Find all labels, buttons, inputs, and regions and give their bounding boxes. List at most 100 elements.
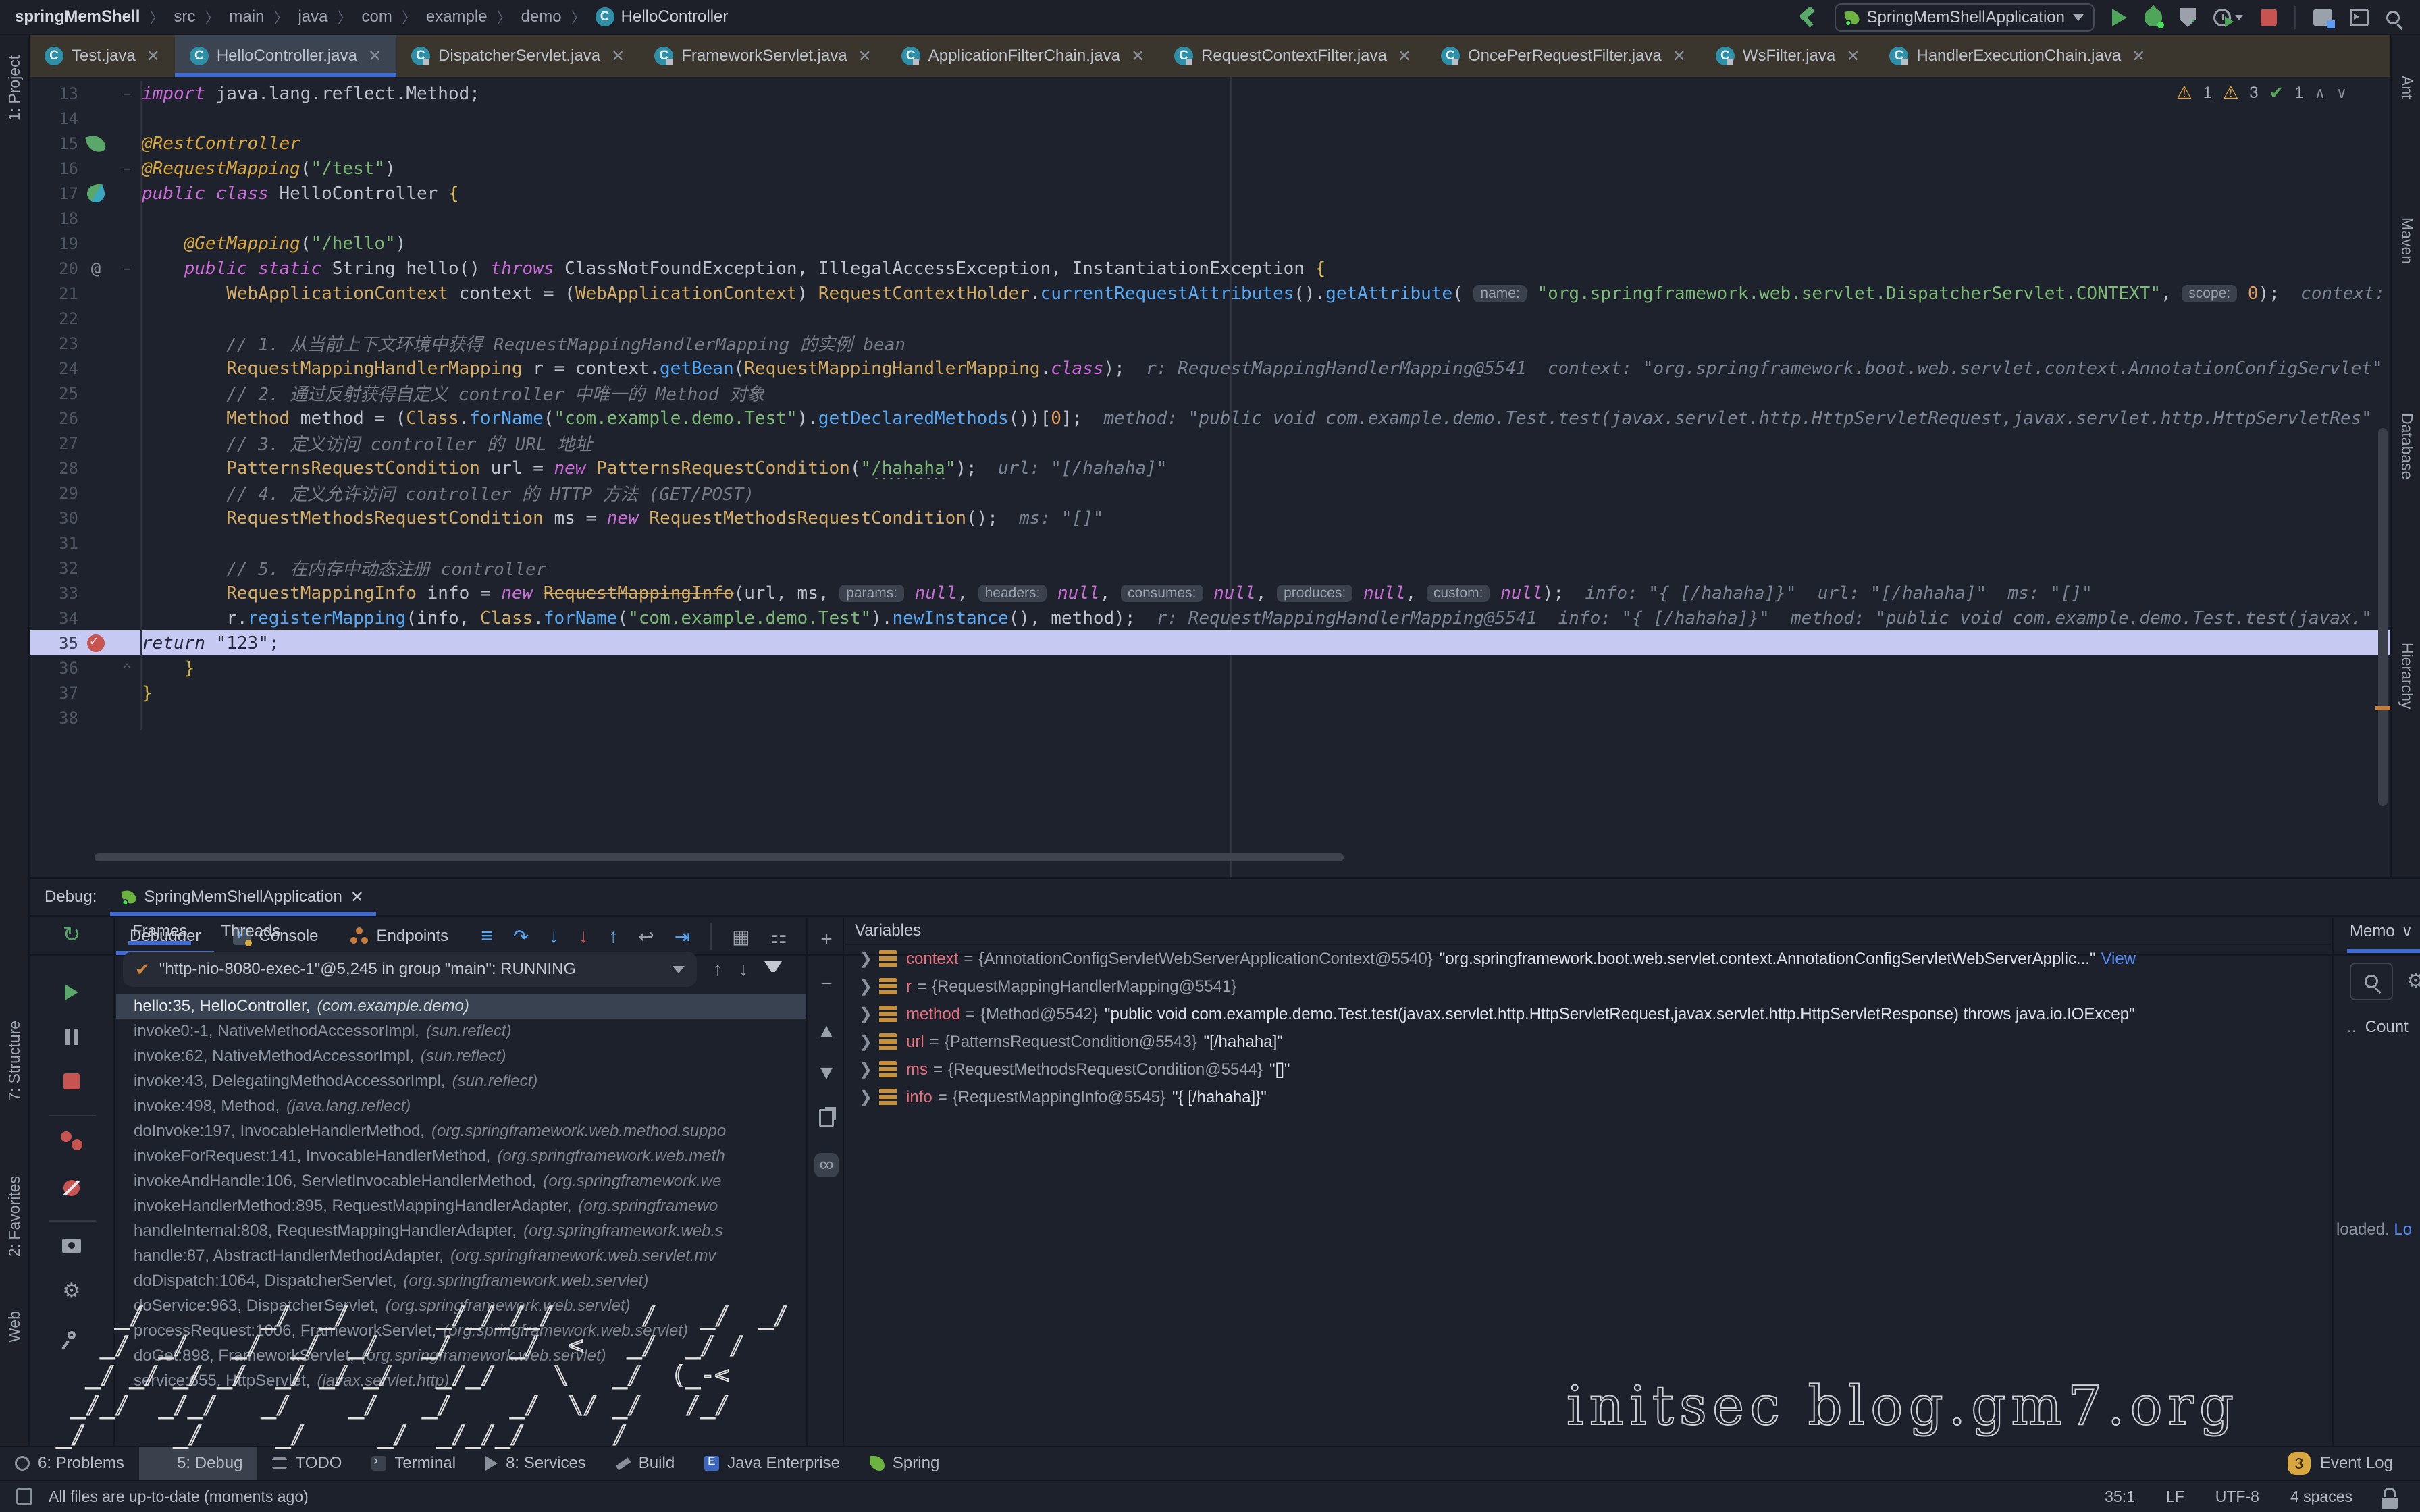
tool-button-ant[interactable]: Ant (2398, 76, 2416, 99)
variable-row[interactable]: ❯context={AnnotationConfigServletWebServ… (845, 945, 2331, 973)
code-line[interactable]: 15@RestController (30, 131, 2390, 156)
breadcrumb-item[interactable]: com (362, 7, 392, 26)
editor-tab[interactable]: CTest.java✕ (30, 35, 175, 77)
stack-frame-row[interactable]: invoke0:-1, NativeMethodAccessorImpl,(su… (116, 1019, 806, 1044)
move-down-icon[interactable]: ▼ (814, 1061, 839, 1085)
code-line[interactable]: 32 // 5. 在内存中动态注册 controller (30, 556, 2390, 580)
editor-tab[interactable]: COncePerRequestFilter.java✕ (1426, 35, 1701, 77)
inspection-widget[interactable]: ⚠1 ⚠3 ✔1 ∧ ∨ (2176, 82, 2347, 103)
close-icon[interactable]: ✕ (1398, 47, 1411, 66)
code-line[interactable]: 18 (30, 206, 2390, 231)
chevron-right-icon[interactable]: ❯ (852, 1087, 879, 1107)
layout-icon[interactable] (16, 1488, 32, 1505)
fold-marker[interactable]: − (113, 156, 142, 181)
chevron-right-icon[interactable]: ❯ (852, 1032, 879, 1052)
stack-frame-row[interactable]: invokeAndHandle:106, ServletInvocableHan… (116, 1168, 806, 1193)
tool-window-button--services[interactable]: 8: Services (471, 1447, 601, 1480)
editor-tab[interactable]: CHandlerExecutionChain.java✕ (1874, 35, 2160, 77)
profiler-chevron-icon[interactable] (2235, 15, 2243, 20)
tool-button-maven[interactable]: Maven (2398, 217, 2416, 264)
stop-icon[interactable] (63, 1073, 80, 1089)
stack-frame-row[interactable]: processRequest:1006, FrameworkServlet,(o… (116, 1318, 806, 1343)
close-icon[interactable]: ✕ (1673, 47, 1686, 66)
view-link[interactable]: View (2101, 950, 2136, 969)
event-log-button[interactable]: 3Event Log (2288, 1452, 2420, 1475)
tool-window-button-spring[interactable]: Spring (855, 1447, 954, 1480)
thread-dump-icon[interactable] (62, 1239, 81, 1253)
code-line[interactable]: 13−import java.lang.reflect.Method; (30, 81, 2390, 106)
fold-marker[interactable]: − (113, 81, 142, 106)
chevron-right-icon[interactable]: ❯ (852, 1060, 879, 1079)
code-line[interactable]: 14 (30, 106, 2390, 131)
gear-icon[interactable]: ⚙ (2406, 969, 2420, 993)
variable-row[interactable]: ❯r={RequestMappingHandlerMapping@5541} (845, 973, 2331, 1000)
fold-marker[interactable]: − (113, 256, 142, 281)
close-icon[interactable]: ✕ (368, 47, 382, 66)
close-icon[interactable]: ✕ (1846, 47, 1860, 66)
variable-row[interactable]: ❯url={PatternsRequestCondition@5543}"[/h… (845, 1028, 2331, 1056)
terminal-toolbar-icon[interactable] (2350, 9, 2369, 26)
remove-watch-icon[interactable]: − (814, 972, 839, 996)
indent-style[interactable]: 4 spaces (2290, 1488, 2352, 1506)
close-icon[interactable]: ✕ (1131, 47, 1145, 66)
debug-session-tab[interactable]: SpringMemShellApplication ✕ (110, 878, 376, 916)
memory-load-link[interactable]: Lo (2394, 1220, 2412, 1239)
stack-frame-row[interactable]: invoke:43, DelegatingMethodAccessorImpl,… (116, 1069, 806, 1094)
breadcrumb-item[interactable]: main (229, 7, 264, 26)
mute-breakpoints-icon[interactable] (63, 1180, 80, 1196)
tool-button-database[interactable]: Database (2398, 413, 2416, 479)
code-line[interactable]: 35return "123"; (30, 630, 2390, 655)
close-icon[interactable]: ✕ (2132, 47, 2145, 66)
thread-selector[interactable]: ✔ "http-nio-8080-exec-1"@5,245 in group … (123, 952, 697, 987)
code-line[interactable]: 21 WebApplicationContext context = (WebA… (30, 281, 2390, 306)
file-encoding[interactable]: UTF-8 (2215, 1488, 2259, 1506)
pause-icon[interactable] (65, 1029, 78, 1045)
stack-frame-row[interactable]: doInvoke:197, InvocableHandlerMethod,(or… (116, 1118, 806, 1143)
code-line[interactable]: 28 PatternsRequestCondition url = new Pa… (30, 456, 2390, 481)
code-line[interactable]: 29 // 4. 定义允许访问 controller 的 HTTP 方法 (GE… (30, 481, 2390, 506)
prev-problem-icon[interactable]: ∧ (2315, 84, 2325, 102)
breadcrumb-item[interactable]: src (174, 7, 195, 26)
search-everywhere-icon[interactable] (2386, 11, 2400, 24)
stop-button[interactable] (2261, 9, 2277, 26)
stack-frame-row[interactable]: invokeForRequest:141, InvocableHandlerMe… (116, 1143, 806, 1168)
code-line[interactable]: 27 // 3. 定义访问 controller 的 URL 地址 (30, 431, 2390, 456)
stack-frame-row[interactable]: doDispatch:1064, DispatcherServlet,(org.… (116, 1268, 806, 1293)
view-breakpoints-icon[interactable] (61, 1131, 82, 1150)
editor-tab[interactable]: CApplicationFilterChain.java✕ (887, 35, 1159, 77)
breadcrumb-item[interactable]: demo (521, 7, 562, 26)
code-line[interactable]: 24 RequestMappingHandlerMapping r = cont… (30, 356, 2390, 381)
editor-tab[interactable]: CFrameworkServlet.java✕ (639, 35, 887, 77)
add-watch-icon[interactable]: + (814, 927, 839, 952)
editor-tab[interactable]: CWsFilter.java✕ (1701, 35, 1874, 77)
stack-frame-row[interactable]: handle:87, AbstractHandlerMethodAdapter,… (116, 1243, 806, 1268)
breadcrumb-root[interactable]: springMemShell (15, 7, 140, 26)
tool-button-web[interactable]: Web (5, 1311, 24, 1343)
editor-tab[interactable]: CDispatcherServlet.java✕ (396, 35, 639, 77)
tool-window-button-java-enterprise[interactable]: Java Enterprise (689, 1447, 855, 1480)
stack-frame-row[interactable]: invoke:498, Method,(java.lang.reflect) (116, 1094, 806, 1118)
breadcrumb-item[interactable]: example (426, 7, 488, 26)
stack-frame-row[interactable]: invokeHandlerMethod:895, RequestMappingH… (116, 1193, 806, 1218)
code-line[interactable]: 38 (30, 705, 2390, 730)
tool-window-button--problems[interactable]: 6: Problems (0, 1447, 139, 1480)
code-line[interactable]: 33 RequestMappingInfo info = new Request… (30, 580, 2390, 605)
code-line[interactable]: 20@− public static String hello() throws… (30, 256, 2390, 281)
memory-tab[interactable]: Memo∨ (2350, 922, 2413, 941)
copy-icon[interactable] (814, 1106, 839, 1130)
code-line[interactable]: 23 // 1. 从当前上下文环境中获得 RequestMappingHandl… (30, 331, 2390, 356)
resume-icon[interactable] (65, 984, 78, 1000)
stack-frame-row[interactable]: handleInternal:808, RequestMappingHandle… (116, 1218, 806, 1243)
chevron-right-icon[interactable]: ❯ (852, 1004, 879, 1024)
next-problem-icon[interactable]: ∨ (2336, 84, 2347, 102)
tool-button-hierarchy[interactable]: Hierarchy (2398, 643, 2416, 709)
show-watches-icon[interactable]: ∞ (814, 1153, 839, 1177)
close-icon[interactable]: ✕ (611, 47, 625, 66)
filter-icon[interactable] (764, 961, 782, 972)
tool-button-favorites[interactable]: 2: Favorites (5, 1176, 24, 1257)
gear-icon[interactable]: ⚙ (63, 1279, 81, 1303)
caret-position[interactable]: 35:1 (2105, 1488, 2135, 1506)
chevron-right-icon[interactable]: ❯ (852, 949, 879, 969)
code-line[interactable]: 16−@RequestMapping("/test") (30, 156, 2390, 181)
breadcrumb-item[interactable]: java (298, 7, 327, 26)
